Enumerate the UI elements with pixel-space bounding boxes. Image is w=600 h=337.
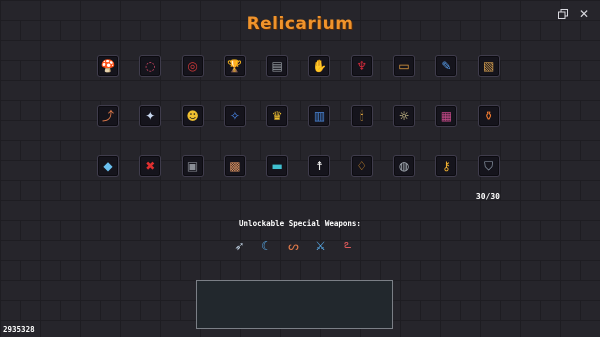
relic-slot[interactable]: ⚷ bbox=[435, 155, 458, 177]
relic-slot[interactable]: ▬ bbox=[266, 155, 289, 177]
relic-slot[interactable]: ✦ bbox=[139, 105, 162, 127]
red-bracelet-relic-icon: ◎ bbox=[187, 59, 198, 73]
potion-jar-relic-icon: ⚱ bbox=[483, 109, 494, 123]
gold-counter: 2935328 bbox=[3, 325, 35, 334]
golden-key-relic-icon: ⚷ bbox=[441, 159, 451, 173]
relic-slot[interactable]: ☨ bbox=[308, 155, 331, 177]
blue-feather-relic-icon: ✎ bbox=[441, 59, 452, 73]
relic-slot[interactable]: ✧ bbox=[223, 105, 246, 127]
cyan-banner-relic-icon: ▬ bbox=[271, 159, 283, 173]
blue-gem-relic-icon: ◆ bbox=[103, 159, 113, 173]
relic-slot[interactable]: ✎ bbox=[435, 55, 458, 77]
relic-slot[interactable]: ⛉ bbox=[477, 155, 500, 177]
special-weapon-item[interactable]: ☾ bbox=[258, 237, 275, 254]
relic-slot[interactable]: ▧ bbox=[477, 55, 500, 77]
relic-slot[interactable]: ☼ bbox=[393, 105, 416, 127]
special-weapons-title: Unlockable Special Weapons: bbox=[239, 219, 361, 228]
golden-idol-relic-icon: ☻ bbox=[186, 109, 199, 123]
relic-slot[interactable]: ◌ bbox=[139, 55, 162, 77]
relic-slot[interactable]: ⚱ bbox=[477, 105, 500, 127]
wooden-crate-relic-icon: ▩ bbox=[229, 159, 241, 173]
close-button[interactable]: ✕ bbox=[577, 7, 591, 21]
relic-slot[interactable]: ◆ bbox=[97, 155, 119, 177]
crossed-swords-weapon-icon: ⚔ bbox=[315, 238, 326, 253]
window-restore-icon bbox=[558, 9, 568, 19]
blue-fairy-relic-icon: ✧ bbox=[229, 109, 240, 123]
ring-of-beads-relic-icon: ◌ bbox=[145, 59, 156, 73]
gold-sack-relic-icon: ♢ bbox=[356, 159, 368, 173]
spellbook-relic-icon: ▥ bbox=[313, 109, 326, 123]
golden-crown-relic-icon: ♛ bbox=[271, 109, 283, 123]
close-icon: ✕ bbox=[578, 7, 590, 21]
grey-bucket-relic-icon: ▣ bbox=[186, 159, 199, 173]
scythe-weapon-icon: ☾ bbox=[261, 238, 272, 253]
special-weapons-row: ➶ ☾ ᔕ ⚔ ఽ bbox=[231, 237, 356, 254]
relic-slot[interactable]: ☻ bbox=[181, 105, 204, 127]
special-weapon-item[interactable]: ᔕ bbox=[285, 237, 302, 254]
parchment-relic-icon: ▧ bbox=[483, 59, 495, 73]
silver-coin-relic-icon: ◍ bbox=[398, 159, 410, 173]
whip-weapon-icon: ᔕ bbox=[288, 238, 299, 253]
stone-tablet-relic-icon: ▤ bbox=[271, 59, 283, 73]
striped-tome-relic-icon: ▦ bbox=[440, 109, 453, 123]
white-wings-relic-icon: ✦ bbox=[145, 109, 156, 123]
sun-medallion-relic-icon: ☼ bbox=[398, 109, 410, 123]
description-panel bbox=[196, 280, 393, 329]
treasure-scroll-relic-icon: ▭ bbox=[398, 59, 410, 73]
silver-shield-relic-icon: ⛉ bbox=[484, 159, 494, 173]
relic-slot[interactable]: ⤴ bbox=[97, 105, 119, 127]
relic-slot[interactable]: ♛ bbox=[266, 105, 289, 127]
mushroom-relic-icon: 🍄 bbox=[100, 59, 116, 73]
relic-slot[interactable]: ✋ bbox=[308, 55, 331, 77]
relic-slot[interactable]: ♢ bbox=[350, 155, 373, 177]
relic-slot[interactable]: ♆ bbox=[350, 55, 373, 77]
special-weapon-item[interactable]: ⚔ bbox=[312, 237, 329, 254]
relic-grid: 🍄 ◌ ◎ 🏆 ▤ ✋ ♆ ▭ ✎ ▧ ⤴ ✦ ☻ ✧ ♛ ▥ 🕯 ☼ ▦ ⚱ ◆ ✖ ▣ ▩ ▬ ☨ ♢ ◍ ⚷ ⛉ bbox=[97, 55, 500, 177]
stick-figure-relic-icon: ☨ bbox=[316, 159, 323, 173]
page-title: Relicarium bbox=[246, 14, 354, 34]
fire-hand-relic-icon: ✋ bbox=[312, 59, 327, 73]
relic-slot[interactable]: ▥ bbox=[308, 105, 331, 127]
relic-slot[interactable]: ▦ bbox=[435, 105, 458, 127]
leaping-foot-relic-icon: ⤴ bbox=[101, 109, 114, 123]
relic-count: 30/30 bbox=[475, 192, 500, 201]
relic-slot[interactable]: 🏆 bbox=[223, 55, 246, 77]
relic-slot[interactable]: ✖ bbox=[139, 155, 162, 177]
relic-slot[interactable]: ▩ bbox=[223, 155, 246, 177]
special-weapon-item[interactable]: ➶ bbox=[231, 237, 248, 254]
relic-slot[interactable]: ▤ bbox=[266, 55, 289, 77]
red-sigil-relic-icon: ✖ bbox=[145, 159, 156, 173]
special-weapon-item[interactable]: ఽ bbox=[339, 237, 356, 254]
red-demon-relic-icon: ♆ bbox=[356, 59, 368, 73]
relic-slot[interactable]: ◎ bbox=[181, 55, 204, 77]
relic-slot[interactable]: ▭ bbox=[393, 55, 416, 77]
lit-candle-relic-icon: 🕯 bbox=[360, 109, 364, 123]
spear-weapon-icon: ➶ bbox=[234, 238, 245, 253]
relic-slot[interactable]: ◍ bbox=[393, 155, 416, 177]
chain-weapon-icon: ఽ bbox=[343, 237, 352, 251]
relic-slot[interactable]: ▣ bbox=[181, 155, 204, 177]
window-toggle-button[interactable] bbox=[556, 7, 570, 21]
relic-slot[interactable]: 🕯 bbox=[350, 105, 373, 127]
golden-chalice-relic-icon: 🏆 bbox=[227, 59, 243, 73]
relic-slot[interactable]: 🍄 bbox=[97, 55, 119, 77]
